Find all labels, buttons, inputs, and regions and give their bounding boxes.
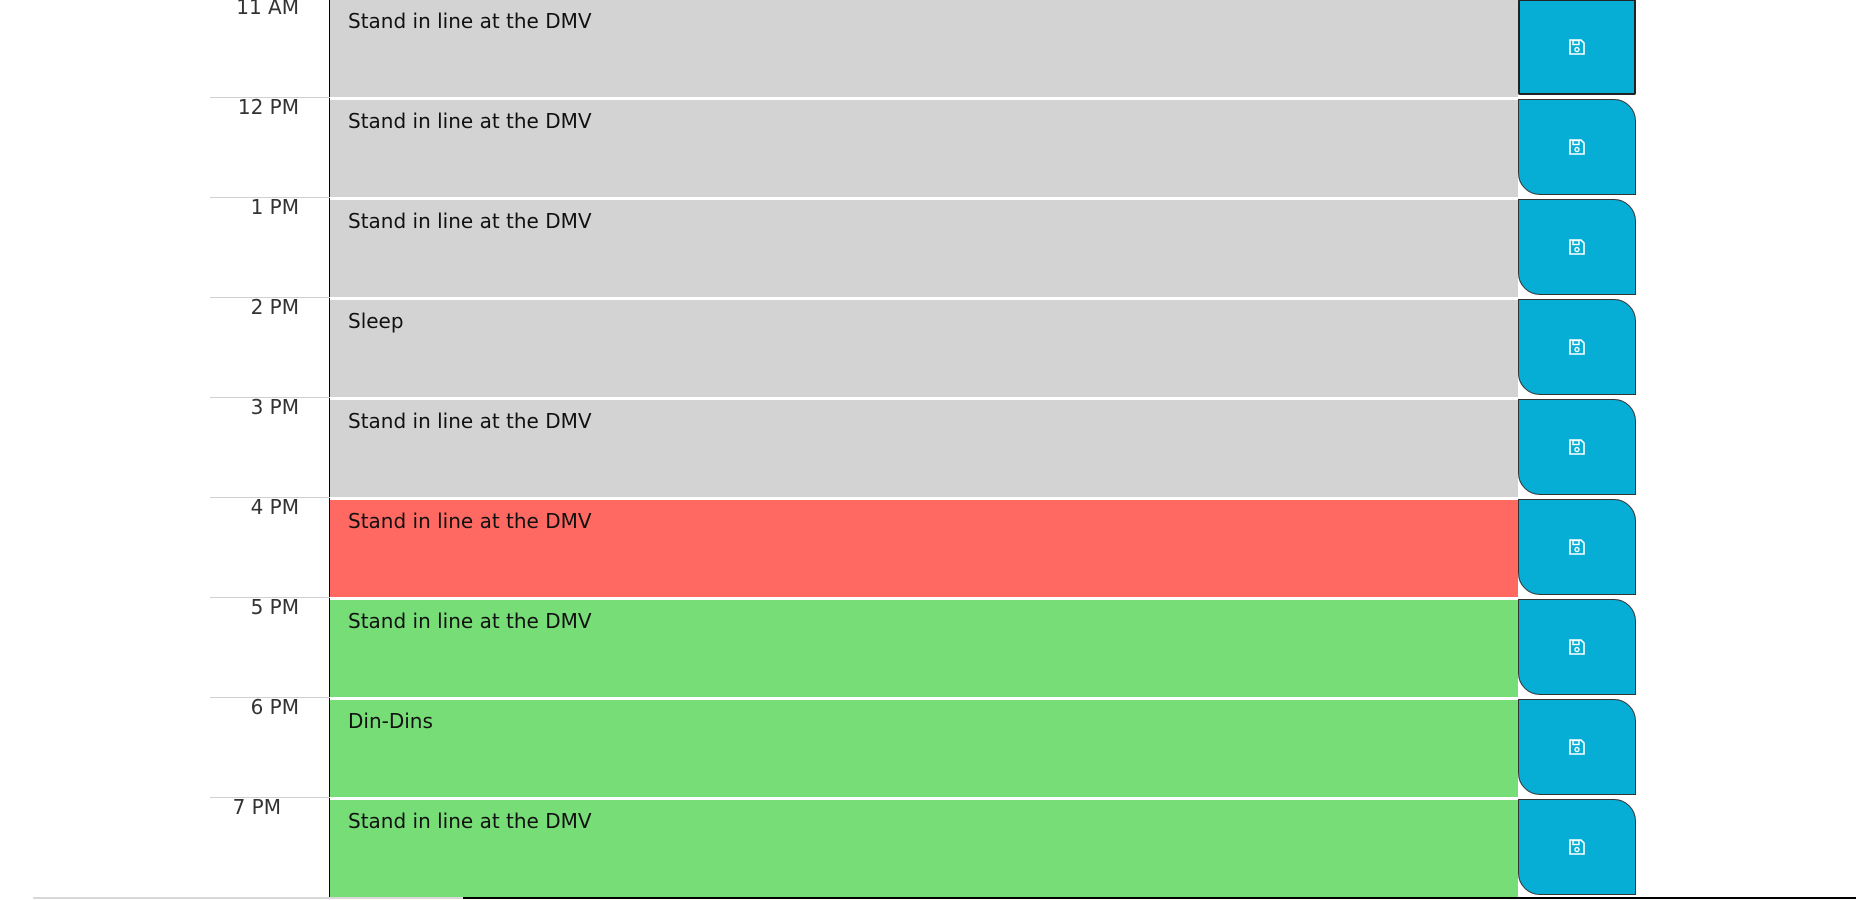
- time-block-2pm: 2 PM Sleep: [210, 295, 1636, 398]
- event-description[interactable]: Stand in line at the DMV: [330, 400, 1518, 497]
- hour-label: 12 PM: [210, 95, 330, 198]
- floppy-disk-icon: [1569, 239, 1585, 255]
- save-button[interactable]: [1518, 299, 1636, 395]
- hour-text: 12 PM: [237, 95, 299, 119]
- save-button[interactable]: [1518, 199, 1636, 295]
- hour-text: 4 PM: [250, 495, 299, 519]
- save-button[interactable]: [1518, 0, 1636, 95]
- save-button[interactable]: [1518, 699, 1636, 795]
- hour-text: 5 PM: [250, 595, 299, 619]
- floppy-disk-icon: [1569, 739, 1585, 755]
- hour-label: 1 PM: [210, 195, 330, 298]
- floppy-disk-icon: [1569, 639, 1585, 655]
- floppy-disk-icon: [1569, 439, 1585, 455]
- save-button[interactable]: [1518, 799, 1636, 895]
- hour-label: 7 PM: [210, 795, 330, 898]
- time-block-7pm: 7 PM Stand in line at the DMV: [210, 795, 1636, 898]
- event-description[interactable]: Stand in line at the DMV: [330, 200, 1518, 297]
- event-description[interactable]: Stand in line at the DMV: [330, 0, 1518, 97]
- floppy-disk-icon: [1569, 839, 1585, 855]
- floppy-disk-icon: [1569, 139, 1585, 155]
- day-scheduler: 11 AM Stand in line at the DMV 12 PM Sta…: [210, 0, 1636, 898]
- hour-label: 11 AM: [210, 0, 330, 98]
- hour-text: 11 AM: [236, 0, 299, 19]
- horizontal-scrollbar-thumb[interactable]: [33, 897, 463, 899]
- hour-label: 3 PM: [210, 395, 330, 498]
- hour-text: 2 PM: [250, 295, 299, 319]
- time-block-1pm: 1 PM Stand in line at the DMV: [210, 195, 1636, 298]
- time-block-12pm: 12 PM Stand in line at the DMV: [210, 95, 1636, 198]
- time-block-5pm: 5 PM Stand in line at the DMV: [210, 595, 1636, 698]
- floppy-disk-icon: [1569, 339, 1585, 355]
- hour-label: 4 PM: [210, 495, 330, 598]
- event-description[interactable]: Stand in line at the DMV: [330, 600, 1518, 697]
- floppy-disk-icon: [1569, 39, 1585, 55]
- event-description[interactable]: Din-Dins: [330, 700, 1518, 797]
- hour-text: 6 PM: [250, 695, 299, 719]
- hour-text: 1 PM: [250, 195, 299, 219]
- time-block-3pm: 3 PM Stand in line at the DMV: [210, 395, 1636, 498]
- event-description[interactable]: Stand in line at the DMV: [330, 800, 1518, 897]
- hour-label: 6 PM: [210, 695, 330, 798]
- hour-text: 3 PM: [250, 395, 299, 419]
- time-block-6pm: 6 PM Din-Dins: [210, 695, 1636, 798]
- save-button[interactable]: [1518, 599, 1636, 695]
- save-button[interactable]: [1518, 499, 1636, 595]
- save-button[interactable]: [1518, 99, 1636, 195]
- save-button[interactable]: [1518, 399, 1636, 495]
- hour-label: 2 PM: [210, 295, 330, 398]
- event-description[interactable]: Sleep: [330, 300, 1518, 397]
- event-description[interactable]: Stand in line at the DMV: [330, 500, 1518, 597]
- hour-text: 7 PM: [232, 795, 281, 819]
- time-block-4pm: 4 PM Stand in line at the DMV: [210, 495, 1636, 598]
- event-description[interactable]: Stand in line at the DMV: [330, 100, 1518, 197]
- floppy-disk-icon: [1569, 539, 1585, 555]
- hour-label: 5 PM: [210, 595, 330, 698]
- time-block-11am: 11 AM Stand in line at the DMV: [210, 0, 1636, 98]
